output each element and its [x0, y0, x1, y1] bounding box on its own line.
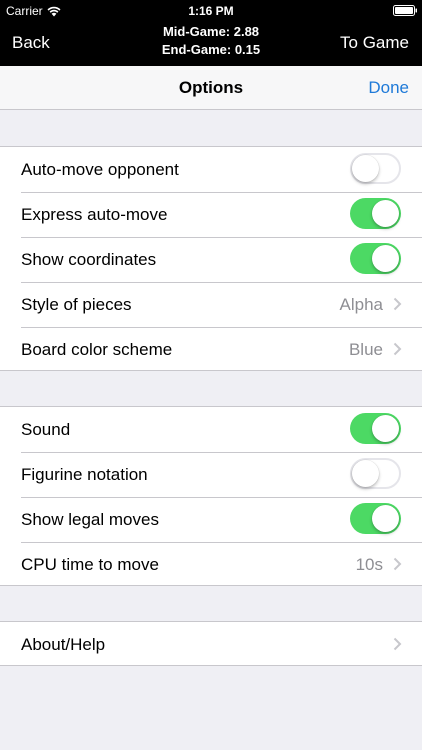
- switch-knob: [372, 200, 399, 227]
- options-nav-bar: Options Done: [0, 66, 422, 110]
- game-nav-bar: Back Mid-Game: 2.88 End-Game: 0.15 To Ga…: [0, 20, 422, 66]
- row-label: Style of pieces: [21, 295, 132, 314]
- row-label: CPU time to move: [21, 555, 159, 574]
- switch-knob: [372, 245, 399, 272]
- row-label: Board color scheme: [21, 340, 173, 359]
- show-legal-moves-switch[interactable]: [350, 503, 401, 534]
- row-auto-move-opponent: Auto-move opponent: [0, 147, 422, 192]
- sound-switch[interactable]: [350, 413, 401, 444]
- switch-knob: [352, 460, 379, 487]
- switch-knob: [352, 155, 379, 182]
- row-label: Sound: [21, 420, 71, 439]
- row-show-coordinates: Show coordinates: [0, 237, 422, 282]
- row-value: Alpha: [339, 295, 383, 314]
- row-value: Blue: [348, 340, 383, 359]
- row-label: Auto-move opponent: [21, 160, 179, 179]
- settings-group-info: About/Help: [0, 621, 422, 666]
- row-sound: Sound: [0, 407, 422, 452]
- to-game-button[interactable]: To Game: [340, 33, 409, 53]
- row-about-help[interactable]: About/Help: [0, 622, 422, 667]
- row-label: About/Help: [21, 635, 106, 654]
- row-value: 10s: [355, 555, 383, 574]
- row-express-auto-move: Express auto-move: [0, 192, 422, 237]
- row-show-legal-moves: Show legal moves: [0, 497, 422, 542]
- chevron-right-icon: [393, 297, 402, 311]
- row-figurine-notation: Figurine notation: [0, 452, 422, 497]
- auto-move-opponent-switch[interactable]: [350, 153, 401, 184]
- chevron-right-icon: [393, 637, 402, 651]
- row-label: Show coordinates: [21, 250, 157, 269]
- figurine-notation-switch[interactable]: [350, 458, 401, 489]
- settings-group-gameplay: Sound Figurine notation Show legal moves…: [0, 406, 422, 586]
- done-button[interactable]: Done: [368, 78, 409, 98]
- express-auto-move-switch[interactable]: [350, 198, 401, 229]
- battery-icon: [393, 5, 417, 16]
- switch-knob: [372, 505, 399, 532]
- settings-group-display: Auto-move opponent Express auto-move Sho…: [0, 146, 422, 371]
- row-label: Express auto-move: [21, 205, 168, 224]
- switch-knob: [372, 415, 399, 442]
- status-bar: Carrier 1:16 PM: [0, 0, 422, 22]
- row-cpu-time-to-move[interactable]: CPU time to move 10s: [0, 542, 422, 587]
- status-time: 1:16 PM: [188, 4, 234, 18]
- page-title: Options: [178, 78, 244, 97]
- chevron-right-icon: [393, 557, 402, 571]
- row-style-of-pieces[interactable]: Style of pieces Alpha: [0, 282, 422, 327]
- game-header: Carrier 1:16 PM Back Mid-Game: 2.88 End-…: [0, 0, 422, 66]
- row-label: Show legal moves: [21, 510, 159, 529]
- row-board-color-scheme[interactable]: Board color scheme Blue: [0, 327, 422, 372]
- show-coordinates-switch[interactable]: [350, 243, 401, 274]
- row-label: Figurine notation: [21, 465, 148, 484]
- chevron-right-icon: [393, 342, 402, 356]
